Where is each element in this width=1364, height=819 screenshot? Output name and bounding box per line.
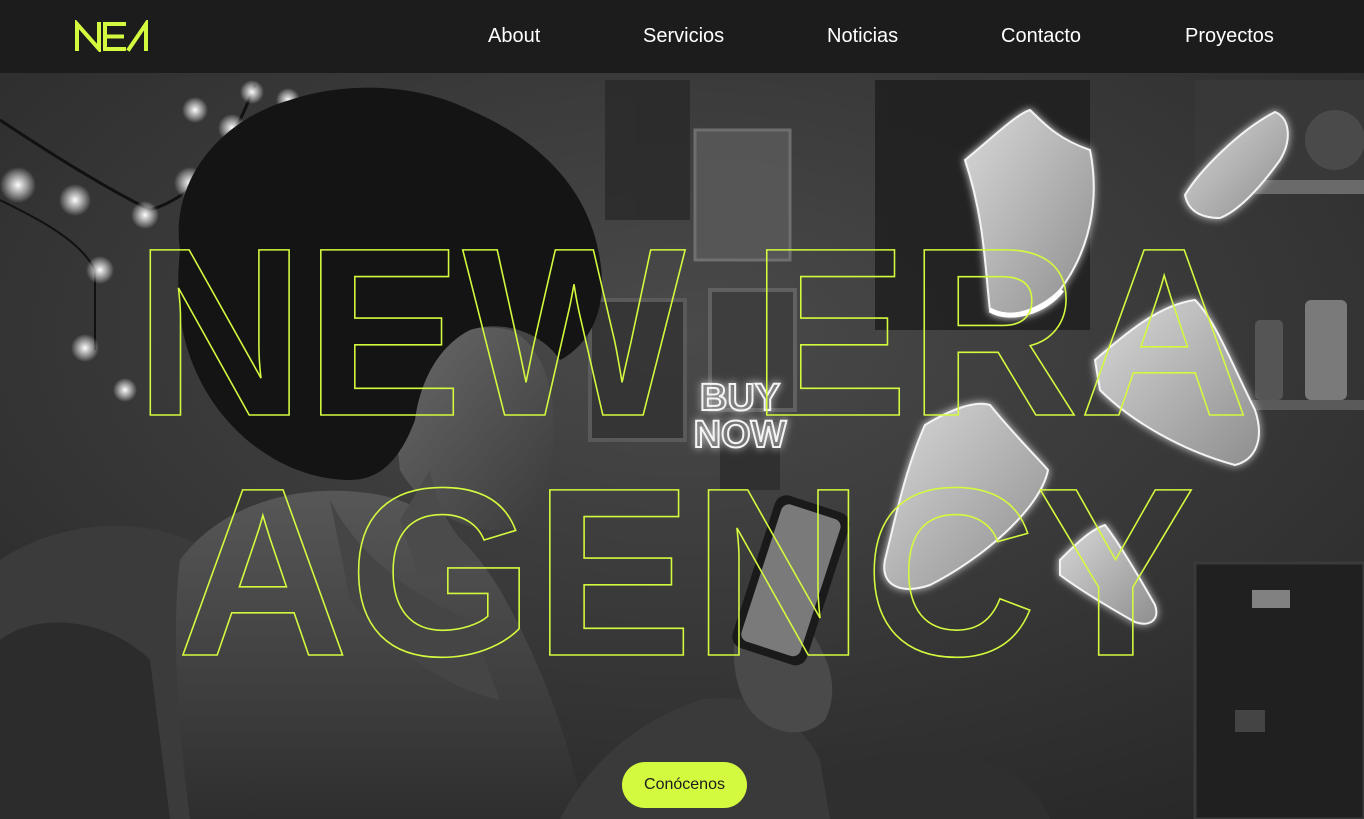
- hero-section: BUY NOW NEW ERA AGENCY: [0, 73, 1364, 819]
- conocenos-button[interactable]: Conócenos: [622, 762, 747, 808]
- speaker-device: [1193, 561, 1364, 819]
- nav-link-about[interactable]: About: [488, 24, 540, 48]
- landing-page: About Servicios Noticias Contacto Proyec…: [0, 0, 1364, 819]
- logo-mark-icon: [75, 17, 148, 55]
- brand-logo[interactable]: [74, 17, 150, 55]
- nav-link-noticias[interactable]: Noticias: [827, 24, 898, 48]
- hero-scene: BUY NOW NEW ERA AGENCY: [0, 73, 1364, 819]
- headline-line2: AGENCY: [177, 438, 1195, 706]
- nav-link-servicios[interactable]: Servicios: [643, 24, 724, 48]
- hero-headline: NEW ERA AGENCY: [134, 197, 1251, 707]
- nav-link-proyectos[interactable]: Proyectos: [1185, 24, 1274, 48]
- headline-line1: NEW ERA: [135, 198, 1250, 466]
- top-navbar: About Servicios Noticias Contacto Proyec…: [0, 0, 1364, 73]
- nav-link-contacto[interactable]: Contacto: [1001, 24, 1081, 48]
